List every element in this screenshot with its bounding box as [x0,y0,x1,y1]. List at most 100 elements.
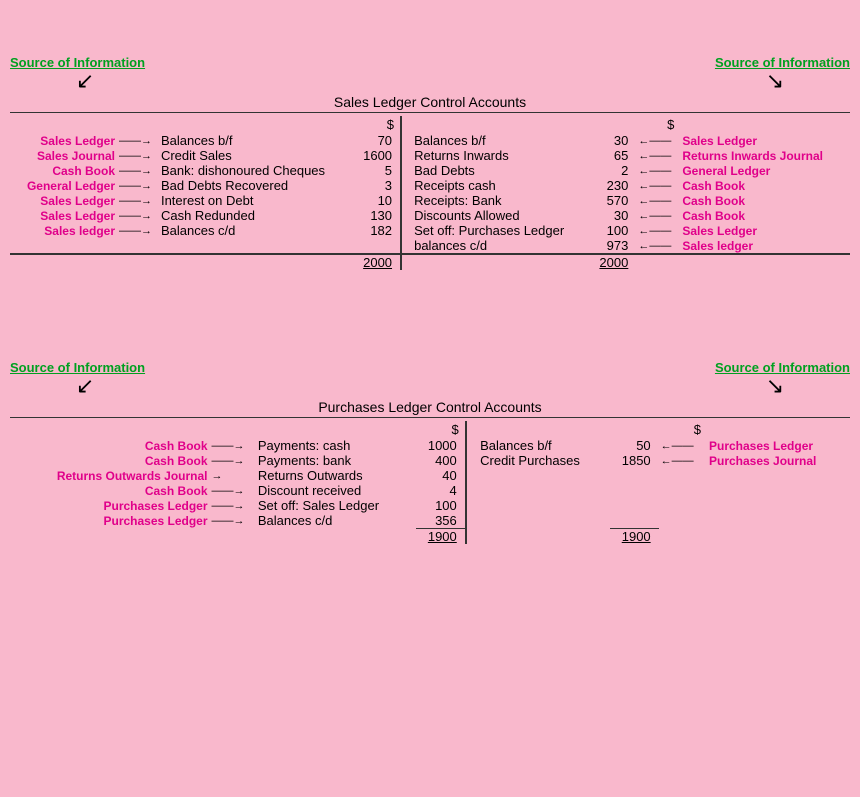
s1-cr-arrow-3: ←—— [636,163,680,178]
s1-row-6: Sales Ledger ——→ Cash Redunded 130 Disco… [10,208,850,223]
s2-row-3: Returns Outwards Journal → Returns Outwa… [10,468,850,483]
s1-cr-arrow-8: ←—— [636,238,680,254]
s1-cr-amt-6: 30 [592,208,636,223]
s1-dr-desc-5: Interest on Debt [161,193,356,208]
s1-dr-arrow-5: ——→ [117,193,161,208]
s1-cr-arrow-1: ←—— [636,133,680,148]
s1-cr-ref-8: Sales ledger [680,238,850,254]
s2-dr-arrow-4: ——→ [210,483,258,498]
s1-row-5: Sales Ledger ——→ Interest on Debt 10 Rec… [10,193,850,208]
s2-row-5: Purchases Ledger ——→ Set off: Sales Ledg… [10,498,850,513]
s2-dr-amt-4: 4 [416,483,466,498]
s1-cr-desc-2: Returns Inwards [414,148,592,163]
s2-dr-ref-6: Purchases Ledger [10,513,210,529]
s2-dr-desc-1: Payments: cash [258,438,416,453]
s2-cr-amt-1: 50 [610,438,658,453]
arrow-down-left-1: ↙ [76,70,94,92]
s2-dr-amt-3: 40 [416,468,466,483]
s1-dr-arrow-7: ——→ [117,223,161,238]
s1-dr-arrow-2: ——→ [117,148,161,163]
s2-dr-arrow-3: → [210,468,258,483]
s1-dr-arrow-4: ——→ [117,178,161,193]
s1-cr-desc-1: Balances b/f [414,133,592,148]
s1-cr-desc-5: Receipts: Bank [414,193,592,208]
s1-dr-desc-4: Bad Debts Recovered [161,178,356,193]
s2-row-2: Cash Book ——→ Payments: bank 400 Credit … [10,453,850,468]
s1-cr-desc-4: Receipts cash [414,178,592,193]
s1-dr-ref-1: Sales Ledger [10,133,117,148]
arrow-down-right-1: ↘ [766,70,784,92]
s1-row-1: Sales Ledger ——→ Balances b/f 70 Balance… [10,133,850,148]
s2-dr-desc-5: Set off: Sales Ledger [258,498,416,513]
s1-cr-ref-6: Cash Book [680,208,850,223]
s2-dr-desc-6: Balances c/d [258,513,416,529]
s1-dr-desc-7: Balances c/d [161,223,356,238]
s1-dr-amt-2: 1600 [356,148,401,163]
s1-dr-amt-4: 3 [356,178,401,193]
section2-title: Purchases Ledger Control Accounts [10,399,850,415]
s1-dr-amt-1: 70 [356,133,401,148]
s1-dr-ref-7: Sales ledger [10,223,117,238]
s1-dr-amt-5: 10 [356,193,401,208]
s1-cr-arrow-7: ←—— [636,223,680,238]
s2-dr-desc-2: Payments: bank [258,453,416,468]
s1-dr-arrow-1: ——→ [117,133,161,148]
s1-dr-desc-2: Credit Sales [161,148,356,163]
s2-dr-ref-2: Cash Book [10,453,210,468]
s2-cr-arrow-2: ←—— [659,453,707,468]
s1-dr-desc-6: Cash Redunded [161,208,356,223]
section1-table: $ $ Sales Ledger ——→ Balances b/f 70 Bal… [10,116,850,270]
s2-cr-desc-2: Credit Purchases [480,453,610,468]
s2-dr-amt-2: 400 [416,453,466,468]
section1-title: Sales Ledger Control Accounts [10,94,850,110]
section1-wrapper: Source of Information ↙ Source of Inform… [10,15,850,270]
arrow-down-left-2: ↙ [76,375,94,397]
s2-debit-currency: $ [416,421,466,438]
s1-cr-arrow-6: ←—— [636,208,680,223]
s1-cr-amt-5: 570 [592,193,636,208]
section2-table: $ $ Cash Book ——→ Payments: cash 1000 Ba… [10,421,850,544]
s1-dr-desc-3: Bank: dishonoured Cheques [161,163,356,178]
s1-row-4: General Ledger ——→ Bad Debts Recovered 3… [10,178,850,193]
s2-credit-currency: $ [659,421,707,438]
s2-row-4: Cash Book ——→ Discount received 4 [10,483,850,498]
page-container: Source of Information ↙ Source of Inform… [0,0,860,559]
s1-cr-amt-7: 100 [592,223,636,238]
s1-cr-desc-7: Set off: Purchases Ledger [414,223,592,238]
s1-dr-ref-3: Cash Book [10,163,117,178]
s1-dr-ref-5: Sales Ledger [10,193,117,208]
s1-dr-ref-6: Sales Ledger [10,208,117,223]
s2-dr-ref-5: Purchases Ledger [10,498,210,513]
s1-dr-ref-2: Sales Journal [10,148,117,163]
s1-cr-amt-4: 230 [592,178,636,193]
arrow-down-right-2: ↘ [766,375,784,397]
s2-totals-row: 1900 1900 [10,529,850,545]
s2-dr-arrow-5: ——→ [210,498,258,513]
s1-dr-amt-6: 130 [356,208,401,223]
s1-row-8: balances c/d 973 ←—— Sales ledger [10,238,850,254]
s2-dr-arrow-6: ——→ [210,513,258,529]
s1-cr-ref-2: Returns Inwards Journal [680,148,850,163]
s2-cr-desc-1: Balances b/f [480,438,610,453]
s1-cr-ref-7: Sales Ledger [680,223,850,238]
s1-row-2: Sales Journal ——→ Credit Sales 1600 Retu… [10,148,850,163]
source-label-right-2: Source of Information ↘ [715,360,850,397]
s2-cr-ref-1: Purchases Ledger [707,438,850,453]
s1-cr-desc-3: Bad Debts [414,163,592,178]
s2-dr-amt-5: 100 [416,498,466,513]
s1-cr-ref-3: General Ledger [680,163,850,178]
s1-cr-ref-5: Cash Book [680,193,850,208]
s1-cr-ref-1: Sales Ledger [680,133,850,148]
s1-cr-amt-2: 65 [592,148,636,163]
s2-dr-arrow-2: ——→ [210,453,258,468]
s1-cr-amt-1: 30 [592,133,636,148]
s1-dr-arrow-3: ——→ [117,163,161,178]
s1-cr-arrow-5: ←—— [636,193,680,208]
s1-cr-ref-4: Cash Book [680,178,850,193]
s2-cr-ref-2: Purchases Journal [707,453,850,468]
s1-dr-arrow-6: ——→ [117,208,161,223]
source-label-right-1: Source of Information ↘ [715,55,850,92]
s1-dr-total: 2000 [356,254,401,270]
s1-cr-amt-3: 2 [592,163,636,178]
s1-cr-arrow-2: ←—— [636,148,680,163]
